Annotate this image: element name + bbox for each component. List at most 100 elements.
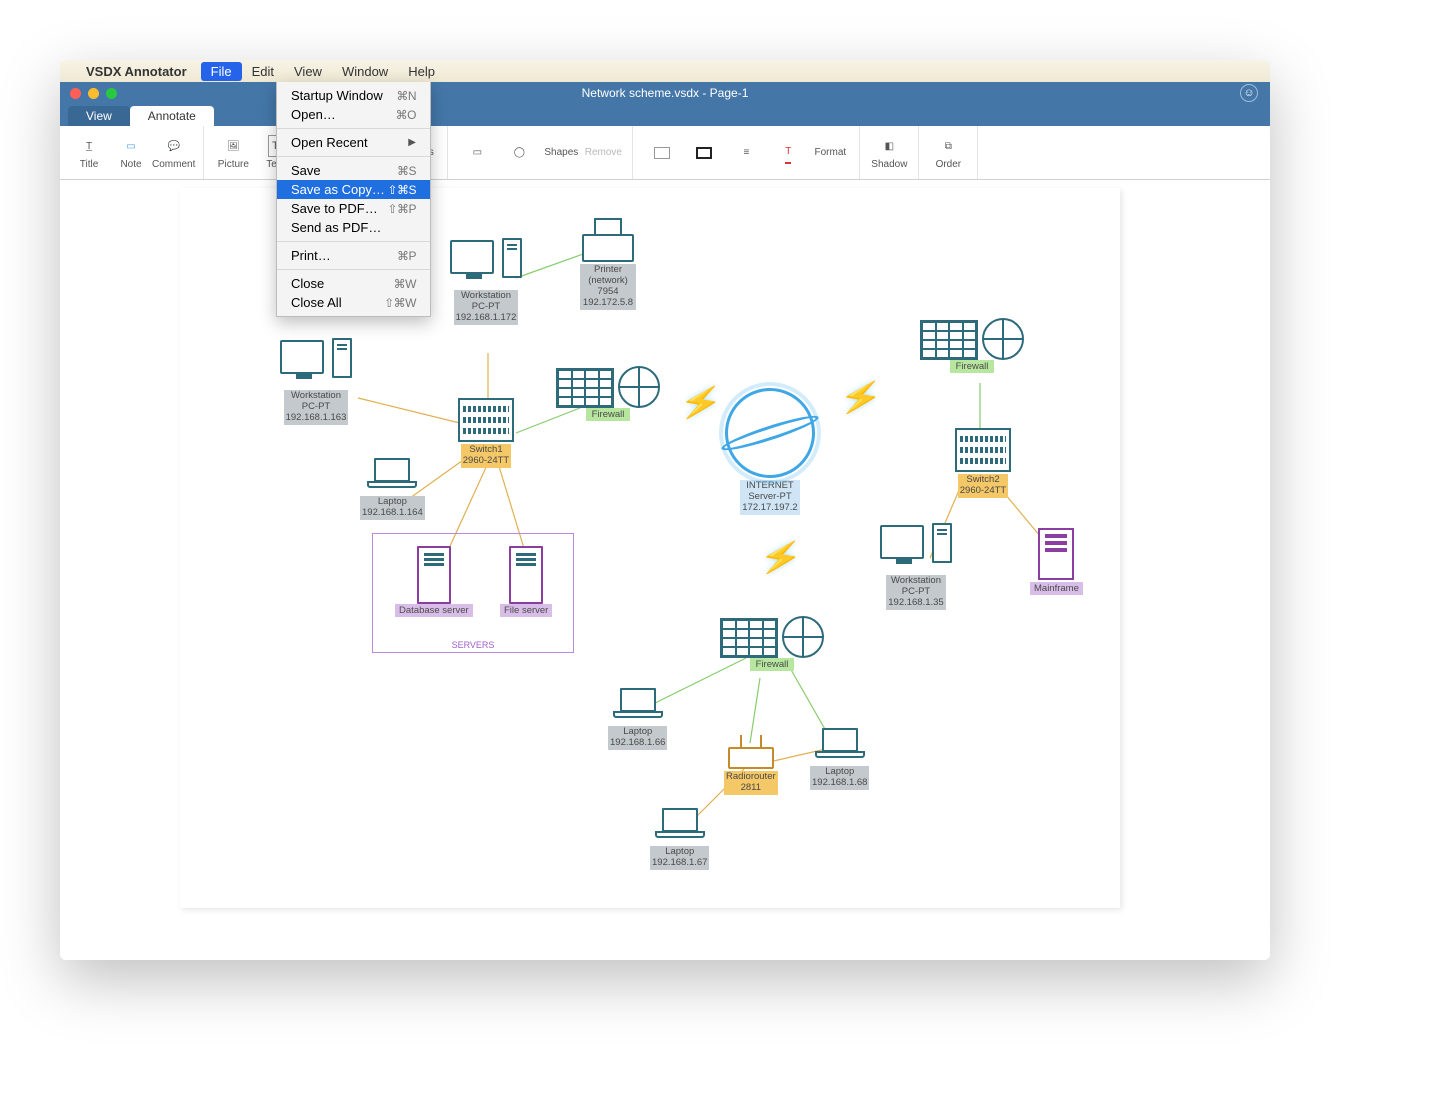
picture-icon: 🖼 [227,135,240,157]
printer-icon [582,218,634,262]
menubar-app-name[interactable]: VSDX Annotator [86,64,187,79]
maximize-window-icon[interactable] [106,88,117,99]
node-laptop-164[interactable]: Laptop192.168.1.164 [360,458,425,520]
tool-line-style[interactable]: ≡ [725,142,767,164]
node-workstation-172[interactable]: WorkstationPC-PT192.168.1.172 [450,238,522,325]
node-workstation-35[interactable]: WorkstationPC-PT192.168.1.35 [880,523,952,610]
mac-menubar: VSDX Annotator File Edit View Window Hel… [60,60,1270,82]
chevron-right-icon: ▶ [408,137,416,148]
title-icon: T̲ [86,135,92,157]
menu-open[interactable]: Open…⌘O [277,105,430,124]
menu-edit[interactable]: Edit [242,62,284,81]
node-firewall-3[interactable]: Firewall [720,616,824,671]
tool-shape-ellipse[interactable]: ◯ [498,142,540,164]
globe-icon [782,616,824,658]
fill-icon [654,147,670,159]
mode-tabstrip: View Annotate [60,104,1270,126]
tool-note[interactable]: ▭Note [110,135,152,170]
tab-annotate[interactable]: Annotate [130,106,214,126]
tool-fill[interactable] [641,147,683,159]
tab-view[interactable]: View [68,106,130,126]
shadow-icon: ◧ [885,135,894,157]
node-laptop-66[interactable]: Laptop192.168.1.66 [608,688,667,750]
menu-separator [277,156,430,157]
node-database-server[interactable]: Database server [395,546,473,617]
feedback-icon[interactable]: ☺ [1240,84,1258,102]
node-laptop-67[interactable]: Laptop192.168.1.67 [650,808,709,870]
order-icon: ⧉ [945,135,952,157]
workstation-icon [280,338,352,388]
server-icon [417,546,451,604]
internet-icon [725,388,815,478]
window-titlebar: Network scheme.vsdx - Page-1 ☺ [60,82,1270,104]
node-workstation-163[interactable]: WorkstationPC-PT192.168.1.163 [280,338,352,425]
servers-group-label: SERVERS [452,640,495,650]
traffic-lights [70,88,117,99]
menu-print[interactable]: Print…⌘P [277,246,430,265]
node-file-server[interactable]: File server [500,546,552,617]
menu-window[interactable]: Window [332,62,398,81]
menu-startup-window[interactable]: Startup Window⌘N [277,86,430,105]
text-color-icon: T [785,142,791,164]
tool-shape-rect[interactable]: ▭ [456,142,498,164]
switch-icon [955,428,1011,472]
minimize-window-icon[interactable] [88,88,99,99]
tool-text-color[interactable]: T [767,142,809,164]
node-firewall-1[interactable]: Firewall [556,366,660,421]
menu-save[interactable]: Save⌘S [277,161,430,180]
menu-send-as-pdf[interactable]: Send as PDF… [277,218,430,237]
node-printer[interactable]: Printer(network)7954192.172.5.8 [580,218,636,310]
menu-separator [277,241,430,242]
menu-help[interactable]: Help [398,62,445,81]
tool-remove[interactable]: Remove [582,147,624,158]
file-dropdown: Startup Window⌘N Open…⌘O Open Recent▶ Sa… [276,82,431,317]
menu-file[interactable]: File [201,62,242,81]
window-title: Network scheme.vsdx - Page-1 [582,86,749,100]
tool-title[interactable]: T̲Title [68,135,110,170]
node-switch1[interactable]: Switch12960-24TT [458,398,514,468]
node-internet[interactable]: INTERNETServer-PT172.17.197.2 [725,388,815,515]
mainframe-icon [1038,528,1074,580]
app-window: VSDX Annotator File Edit View Window Hel… [60,60,1270,960]
node-radiorouter[interactable]: Radiorouter2811 [724,733,778,795]
laptop-icon [613,688,663,724]
server-icon [509,546,543,604]
rectangle-icon: ▭ [473,142,482,164]
toolbar: T̲Title ▭Note 💬Comment 🖼Picture TText ↗ … [60,126,1270,180]
switch-icon [458,398,514,442]
laptop-icon [655,808,705,844]
ellipse-icon: ◯ [514,142,525,164]
tool-shadow[interactable]: ◧Shadow [868,135,910,170]
menu-save-as-copy[interactable]: Save as Copy…⇧⌘S [277,180,430,199]
bolt-icon: ⚡ [677,380,726,427]
globe-icon [618,366,660,408]
tool-stroke[interactable] [683,147,725,159]
menu-view[interactable]: View [284,62,332,81]
canvas[interactable]: 192.168.2.8 WorkstationPC-PT192.168.1.17… [60,180,1270,960]
menu-close[interactable]: Close⌘W [277,274,430,293]
tool-comment[interactable]: 💬Comment [152,135,195,170]
menu-open-recent[interactable]: Open Recent▶ [277,133,430,152]
comment-icon: 💬 [167,135,179,157]
tool-picture[interactable]: 🖼Picture [212,135,254,170]
note-icon: ▭ [126,135,135,157]
bolt-icon: ⚡ [837,375,886,422]
node-firewall-2[interactable]: Firewall [920,318,1024,373]
format-label: Format [809,147,851,158]
firewall-icon [556,368,614,408]
bolt-icon: ⚡ [757,535,806,582]
tool-order[interactable]: ⧉Order [927,135,969,170]
menu-save-to-pdf[interactable]: Save to PDF…⇧⌘P [277,199,430,218]
menu-close-all[interactable]: Close All⇧⌘W [277,293,430,312]
stroke-icon [696,147,712,159]
close-window-icon[interactable] [70,88,81,99]
node-mainframe[interactable]: Mainframe [1030,528,1083,595]
workstation-icon [450,238,522,288]
laptop-icon [367,458,417,494]
node-switch2[interactable]: Switch22960-24TT [955,428,1011,498]
node-laptop-68[interactable]: Laptop192.168.1.68 [810,728,869,790]
firewall-icon [720,618,778,658]
firewall-icon [920,320,978,360]
router-icon [728,747,774,769]
shapes-label: Shapes [540,147,582,158]
